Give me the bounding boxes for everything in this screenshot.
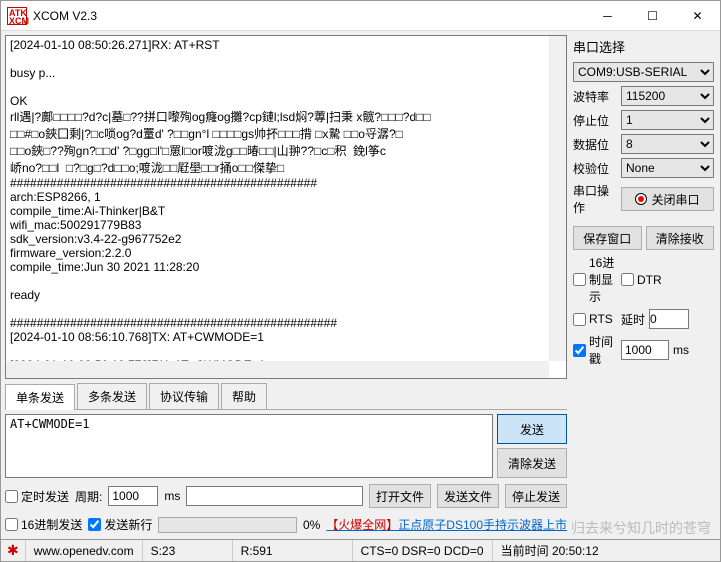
hex-send-checkbox[interactable]: 16进制发送 [5,516,82,533]
delay-label: 延时 [621,311,645,328]
status-received: R:591 [232,540,352,561]
hex-display-checkbox[interactable]: 16进制显示 [573,254,617,305]
timed-send-checkbox[interactable]: 定时发送 [5,488,69,505]
minimize-button[interactable]: ─ [585,1,630,31]
close-button[interactable]: ✕ [675,1,720,31]
status-bar: ✱ www.openedv.com S:23 R:591 CTS=0 DSR=0… [1,539,720,561]
send-file-button[interactable]: 发送文件 [437,484,499,508]
send-tabs: 单条发送 多条发送 协议传输 帮助 [5,383,567,410]
send-input[interactable]: AT+CWMODE=1 [5,414,493,478]
parity-label: 校验位 [573,160,617,177]
parity-select[interactable]: None [621,158,714,178]
tab-protocol[interactable]: 协议传输 [149,383,219,409]
status-line: CTS=0 DSR=0 DCD=0 [352,540,492,561]
baud-select[interactable]: 115200 [621,86,714,106]
progress-pct: 0% [303,518,320,532]
titlebar: ATK XCM XCOM V2.3 ─ ☐ ✕ [1,1,720,31]
record-icon [635,193,647,205]
close-port-button[interactable]: 关闭串口 [621,187,714,211]
clear-send-button[interactable]: 清除发送 [497,448,567,478]
tab-single-send[interactable]: 单条发送 [5,384,75,410]
receive-terminal[interactable]: [2024-01-10 08:50:26.271]RX: AT+RST busy… [5,35,567,379]
port-select[interactable]: COM9:USB-SERIAL [573,62,714,82]
port-op-label: 串口操作 [573,182,617,216]
timestamp-checkbox[interactable]: 时间戳 [573,333,617,367]
dtr-checkbox[interactable]: DTR [621,273,665,287]
baud-label: 波特率 [573,88,617,105]
scrollbar-vertical[interactable] [549,36,566,361]
period-input[interactable] [108,486,158,506]
clear-recv-button[interactable]: 清除接收 [646,226,715,250]
period-label: 周期: [75,488,102,505]
tab-multi-send[interactable]: 多条发送 [77,383,147,409]
tab-help[interactable]: 帮助 [221,383,267,409]
delay-input[interactable] [649,309,689,329]
timestamp-input[interactable] [621,340,669,360]
databit-select[interactable]: 8 [621,134,714,154]
ts-ms-label: ms [673,343,689,357]
terminal-text: [2024-01-10 08:50:26.271]RX: AT+RST busy… [10,38,431,379]
maximize-button[interactable]: ☐ [630,1,675,31]
ad-link[interactable]: 【火爆全网】正点原子DS100手持示波器上市 [326,516,567,533]
stopbit-label: 停止位 [573,112,617,129]
scrollbar-horizontal[interactable] [6,361,549,378]
app-logo: ATK XCM [7,7,27,25]
ms-label: ms [164,489,180,503]
status-sent: S:23 [142,540,232,561]
stopbit-select[interactable]: 1 [621,110,714,130]
status-time: 当前时间 20:50:12 [492,540,720,561]
open-file-button[interactable]: 打开文件 [369,484,431,508]
send-button[interactable]: 发送 [497,414,567,444]
stop-send-button[interactable]: 停止发送 [505,484,567,508]
status-url[interactable]: www.openedv.com [25,540,142,561]
port-select-label: 串口选择 [573,37,714,56]
window-title: XCOM V2.3 [33,9,97,23]
gear-icon[interactable]: ✱ [1,542,25,559]
progress-bar [158,517,297,533]
databit-label: 数据位 [573,136,617,153]
rts-checkbox[interactable]: RTS [573,312,617,326]
file-path-input[interactable] [186,486,363,506]
send-newline-checkbox[interactable]: 发送新行 [88,516,152,533]
save-window-button[interactable]: 保存窗口 [573,226,642,250]
